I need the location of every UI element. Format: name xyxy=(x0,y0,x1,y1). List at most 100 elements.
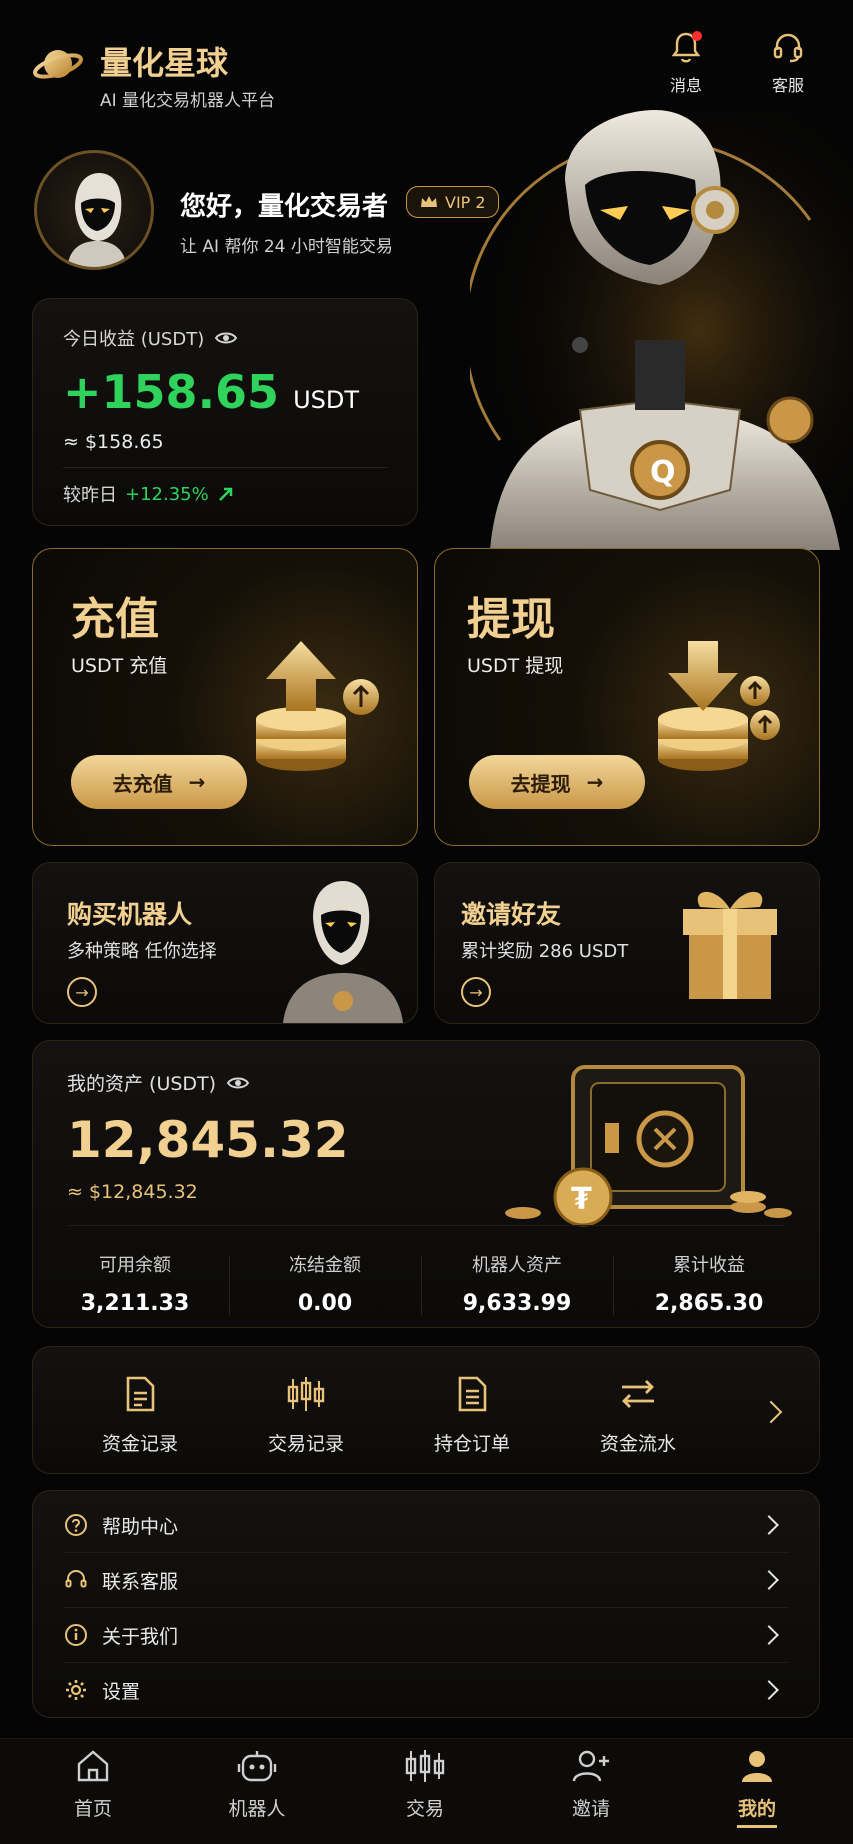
user-icon xyxy=(742,1751,772,1782)
deposit-button[interactable]: 去充值 → xyxy=(71,755,247,809)
active-tab-indicator xyxy=(737,1825,777,1828)
invite-card[interactable]: 邀请好友 累计奖励 286 USDT → xyxy=(434,862,820,1024)
crown-icon xyxy=(421,196,437,207)
vip-label: VIP 2 xyxy=(445,192,486,212)
assets-approx: ≈ $12,845.32 xyxy=(67,1181,198,1203)
vault-safe-icon: ₮ xyxy=(505,1065,792,1227)
coins-up-icon xyxy=(256,641,379,771)
chevron-right-icon[interactable] xyxy=(759,1400,783,1424)
messages-label: 消息 xyxy=(669,76,702,95)
today-earnings-unit: USDT xyxy=(293,386,360,414)
today-earnings-amount: +158.65 xyxy=(63,365,280,419)
tab-mine[interactable]: 我的 xyxy=(692,1748,822,1828)
stat-available: 可用余额 3,211.33 xyxy=(80,1255,190,1316)
tab-trade[interactable]: 交易 xyxy=(360,1748,490,1821)
greeting: 您好，量化交易者 xyxy=(180,192,389,222)
stat-frozen: 冻结金额 0.00 xyxy=(289,1255,361,1316)
bell-icon xyxy=(671,31,702,63)
headset-icon xyxy=(65,1570,87,1588)
deposit-card[interactable]: 充值 USDT 充值 去充值 → xyxy=(32,548,418,846)
buy-robot-card[interactable]: 购买机器人 多种策略 任你选择 → xyxy=(32,862,418,1024)
arrow-circle-icon[interactable]: → xyxy=(461,977,491,1007)
menu-label: 设置 xyxy=(102,1680,141,1703)
quick-link-label: 持仓订单 xyxy=(433,1433,510,1455)
today-earnings-approx: ≈ $158.65 xyxy=(63,431,164,453)
quick-link-label: 资金记录 xyxy=(101,1433,178,1455)
service-button[interactable]: 客服 xyxy=(762,30,814,96)
profile-tagline: 让 AI 帮你 24 小时智能交易 xyxy=(180,237,393,257)
gift-icon xyxy=(683,891,777,999)
messages-button[interactable]: 消息 xyxy=(660,30,712,96)
withdraw-button[interactable]: 去提现 → xyxy=(469,755,645,809)
quick-link-positions[interactable]: 持仓订单 xyxy=(397,1375,547,1456)
app-logo xyxy=(32,38,84,90)
withdraw-card[interactable]: 提现 USDT 提现 去提现 → xyxy=(434,548,820,846)
withdraw-button-label: 去提现 xyxy=(510,771,571,796)
robot-avatar-icon xyxy=(67,173,127,267)
trend-up-icon xyxy=(218,487,232,501)
planet-logo-icon xyxy=(33,50,83,79)
tab-label: 我的 xyxy=(737,1798,776,1820)
invite-title: 邀请好友 xyxy=(461,900,562,929)
robot-illustration: Q xyxy=(463,110,853,550)
robot-icon xyxy=(237,1751,277,1782)
buy-robot-subtitle: 多种策略 任你选择 xyxy=(67,941,217,962)
tab-robot[interactable]: 机器人 xyxy=(192,1748,322,1821)
today-earnings-card: 今日收益 (USDT) +158.65 USDT ≈ $158.65 较昨日 +… xyxy=(32,298,418,526)
arrow-circle-icon[interactable]: → xyxy=(67,977,97,1007)
withdraw-title: 提现 xyxy=(467,594,555,645)
quick-link-fund-records[interactable]: 资金记录 xyxy=(65,1375,215,1456)
deposit-title: 充值 xyxy=(71,594,159,645)
candlestick-icon xyxy=(287,1377,325,1411)
robot-thumbnail-icon xyxy=(283,881,403,1023)
menu-about-us[interactable]: 关于我们 xyxy=(64,1608,789,1662)
arrow-right-icon: → xyxy=(188,770,206,794)
menu-label: 帮助中心 xyxy=(102,1515,179,1538)
deposit-subtitle: USDT 充值 xyxy=(71,655,168,677)
help-icon xyxy=(65,1514,87,1536)
menu-settings[interactable]: 设置 xyxy=(64,1663,789,1717)
svg-text:₮: ₮ xyxy=(571,1182,592,1217)
tab-label: 首页 xyxy=(73,1798,112,1820)
quick-link-trade-records[interactable]: 交易记录 xyxy=(231,1375,381,1456)
app-subtitle: AI 量化交易机器人平台 xyxy=(100,91,276,111)
eye-icon[interactable] xyxy=(226,1075,250,1091)
menu-label: 联系客服 xyxy=(102,1570,179,1593)
order-icon xyxy=(458,1376,487,1412)
today-earnings-label: 今日收益 (USDT) xyxy=(63,329,205,350)
hero-robot-image: Q xyxy=(463,110,853,550)
quick-link-fund-flow[interactable]: 资金流水 xyxy=(563,1375,713,1456)
buy-robot-title: 购买机器人 xyxy=(67,900,193,929)
app-name: 量化星球 xyxy=(100,44,229,82)
tab-label: 邀请 xyxy=(571,1798,610,1820)
coins-down-icon xyxy=(658,641,780,771)
quick-link-label: 交易记录 xyxy=(267,1433,344,1455)
gear-icon xyxy=(66,1680,86,1700)
deposit-button-label: 去充值 xyxy=(112,771,173,796)
vip-badge[interactable]: VIP 2 xyxy=(406,186,499,218)
info-icon xyxy=(65,1624,87,1646)
transfer-icon xyxy=(622,1380,654,1408)
add-user-icon xyxy=(572,1750,609,1782)
menu-label: 关于我们 xyxy=(102,1625,179,1648)
menu-help-center[interactable]: 帮助中心 xyxy=(64,1498,789,1552)
quick-links-card: 资金记录 交易记录 持仓订单 资金流水 xyxy=(32,1346,820,1474)
invite-subtitle: 累计奖励 286 USDT xyxy=(461,941,629,962)
tab-label: 机器人 xyxy=(228,1798,286,1820)
arrow-right-icon: → xyxy=(586,770,604,794)
tab-invite[interactable]: 邀请 xyxy=(526,1748,656,1821)
assets-total: 12,845.32 xyxy=(67,1111,349,1169)
svg-text:Q: Q xyxy=(650,455,676,490)
assets-label: 我的资产 (USDT) xyxy=(67,1073,217,1095)
home-icon xyxy=(77,1750,109,1782)
service-label: 客服 xyxy=(771,76,804,95)
tab-label: 交易 xyxy=(405,1798,444,1820)
withdraw-subtitle: USDT 提现 xyxy=(467,655,564,677)
menu-contact-service[interactable]: 联系客服 xyxy=(64,1553,789,1607)
avatar[interactable] xyxy=(34,150,154,270)
headset-icon xyxy=(773,33,803,63)
tab-home[interactable]: 首页 xyxy=(28,1748,158,1821)
eye-icon[interactable] xyxy=(214,330,238,346)
assets-card: 我的资产 (USDT) 12,845.32 ≈ $12,845.32 ₮ 可用余… xyxy=(32,1040,820,1328)
document-icon xyxy=(126,1376,155,1412)
